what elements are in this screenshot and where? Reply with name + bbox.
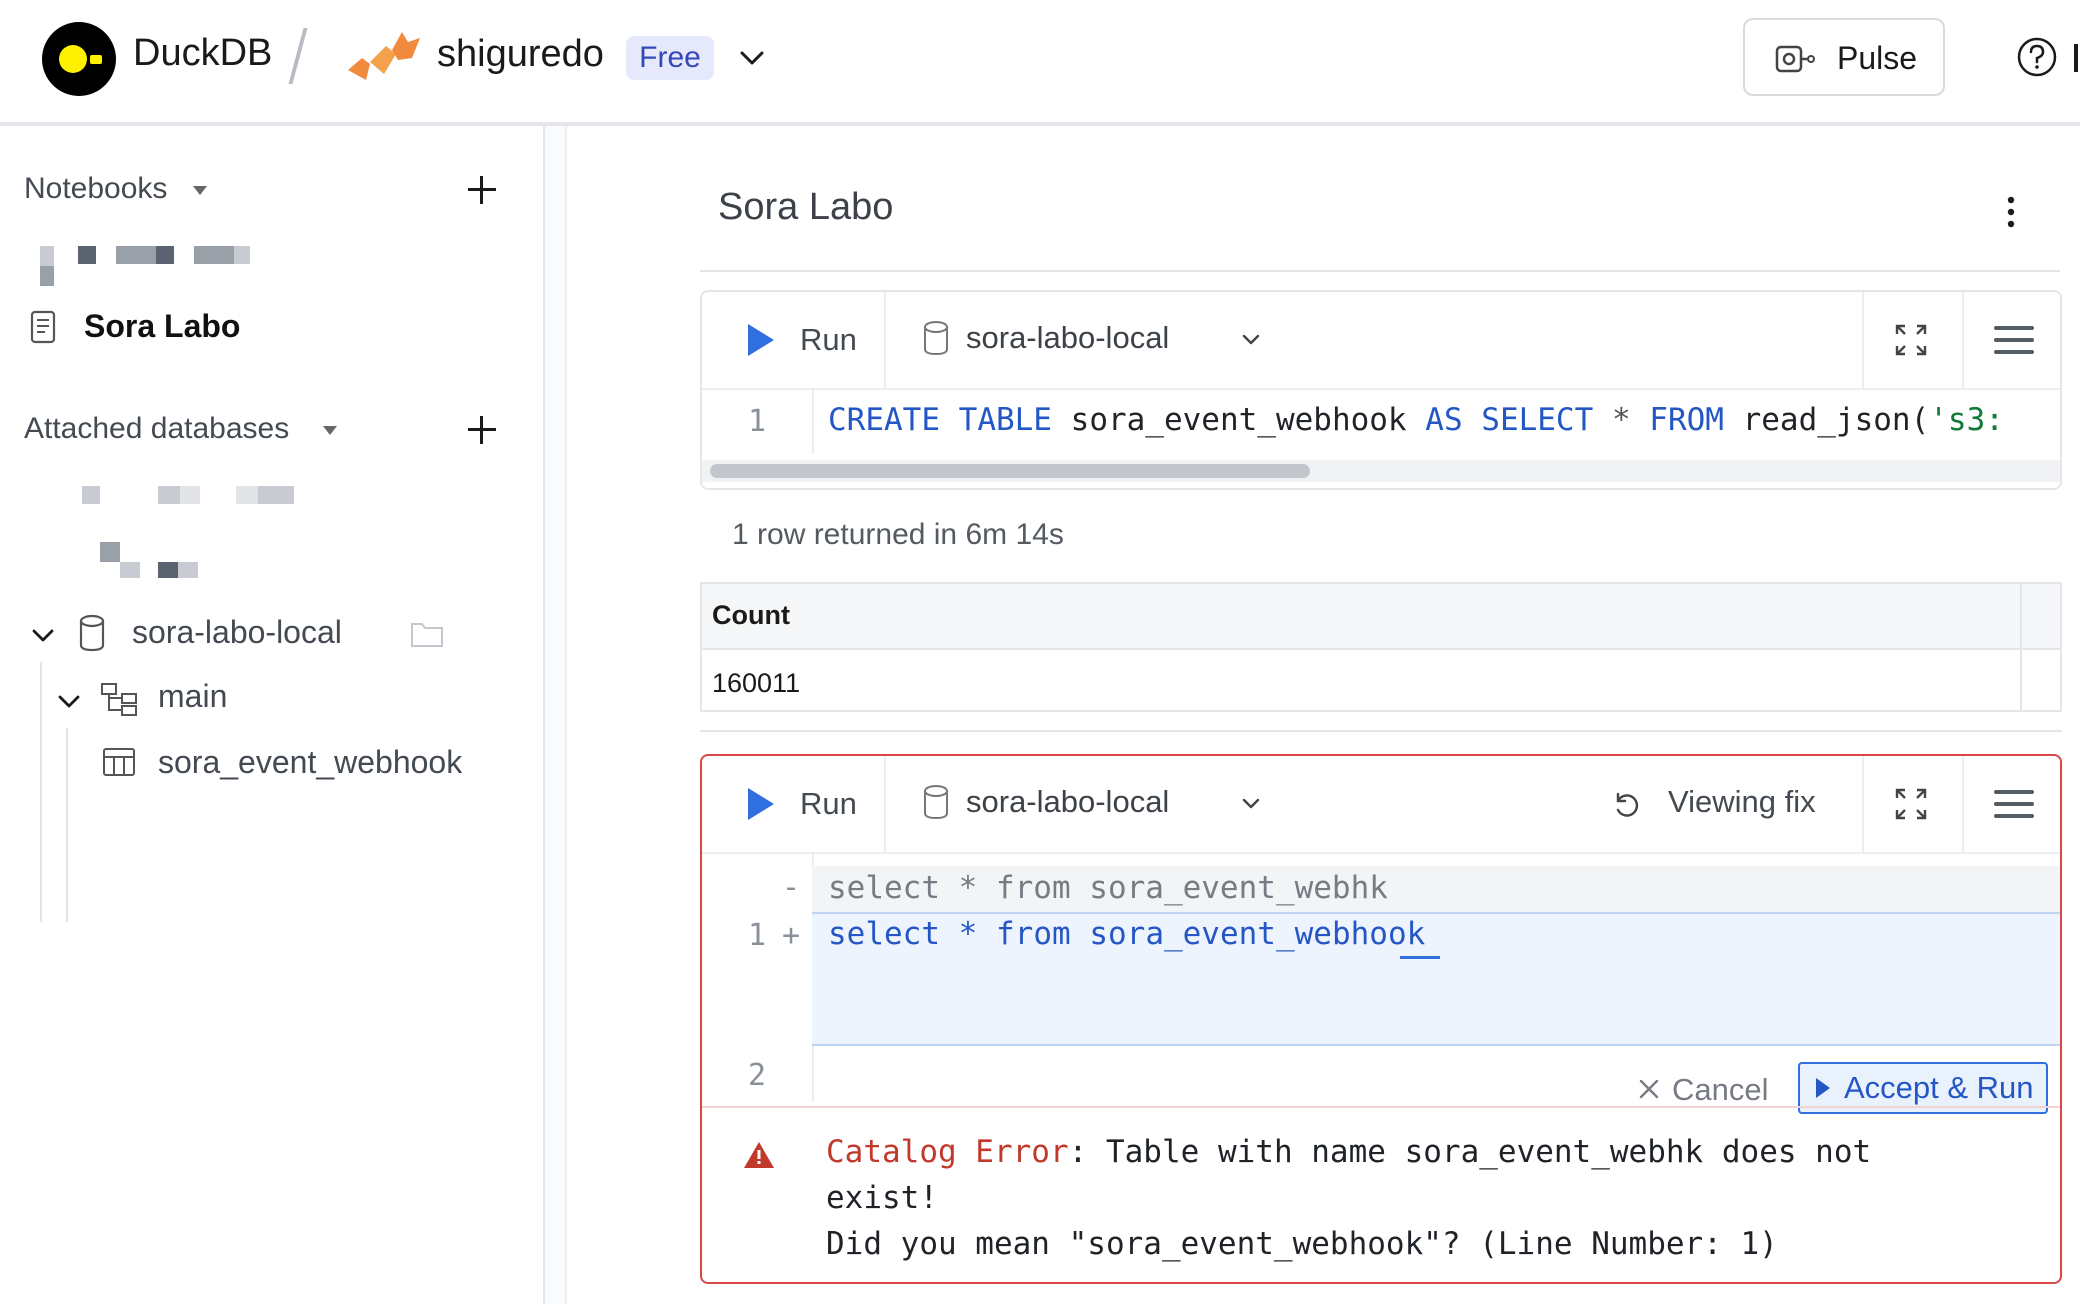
- menu-icon[interactable]: [1994, 790, 2034, 818]
- chevron-down-icon: [1242, 798, 1260, 809]
- brand-name[interactable]: DuckDB: [133, 32, 272, 75]
- duckdb-logo-icon[interactable]: [42, 22, 116, 96]
- error-line-1: Catalog Error: Table with name sora_even…: [826, 1134, 1872, 1170]
- org-logo-icon: [348, 32, 420, 80]
- line-number: 1: [748, 404, 767, 439]
- expand-icon[interactable]: [1894, 323, 1928, 357]
- tree-guide-line: [66, 728, 68, 922]
- line-number: 1: [748, 918, 767, 953]
- error-output: Catalog Error: Table with name sora_even…: [702, 1106, 2060, 1282]
- diff-added-code: select * from sora_event_webhook: [828, 916, 1426, 952]
- warning-icon: [744, 1142, 774, 1168]
- notebooks-section-title[interactable]: Notebooks: [24, 172, 167, 206]
- divider: [700, 270, 2060, 272]
- schema-icon: [101, 683, 137, 716]
- line-number: 2: [748, 1058, 767, 1093]
- notebook-title[interactable]: Sora Labo: [718, 186, 893, 229]
- menu-icon[interactable]: [1994, 326, 2034, 354]
- plan-badge: Free: [626, 36, 714, 80]
- tree-guide-line: [40, 662, 42, 922]
- error-line-3: Did you mean "sora_event_webhook"? (Line…: [826, 1226, 1778, 1262]
- sidebar-resize-handle[interactable]: [545, 126, 567, 1304]
- close-icon: [1639, 1079, 1659, 1099]
- top-bar: DuckDB shiguredo Free Pulse: [0, 0, 2080, 126]
- pulse-label: Pulse: [1837, 40, 1918, 76]
- cell-toolbar: Run sora-labo-local Viewing fix: [702, 756, 2060, 854]
- chevron-down-icon[interactable]: [56, 688, 82, 714]
- cell-toolbar: Run sora-labo-local: [702, 292, 2060, 390]
- org-name[interactable]: shiguredo: [437, 33, 604, 76]
- database-icon: [79, 614, 105, 652]
- horizontal-scrollbar[interactable]: [702, 460, 2060, 482]
- chevron-down-icon: [1242, 334, 1260, 345]
- undo-icon: [1616, 792, 1639, 817]
- column-header[interactable]: Count: [712, 600, 790, 631]
- help-icon[interactable]: [2016, 36, 2058, 78]
- error-line-2: exist!: [826, 1180, 938, 1216]
- pulse-icon: [1775, 45, 1815, 73]
- attached-databases-title[interactable]: Attached databases: [24, 412, 289, 446]
- add-database-icon[interactable]: [468, 416, 496, 444]
- sidebar-item-sora-labo[interactable]: Sora Labo: [84, 308, 240, 345]
- diff-added-marker: +: [782, 918, 801, 953]
- sql-cell-1: Run sora-labo-local 1 CREATE TABLE sora_…: [700, 290, 2062, 490]
- notebook-icon: [30, 310, 56, 344]
- table-icon: [103, 748, 135, 776]
- code-line-1: CREATE TABLE sora_event_webhook AS SELEC…: [828, 402, 2004, 438]
- attached-caret-icon[interactable]: [323, 426, 337, 435]
- divider: [700, 730, 2062, 732]
- result-summary: 1 row returned in 6m 14s: [732, 518, 1064, 551]
- diff-removed-marker: -: [782, 870, 801, 905]
- chevron-down-icon[interactable]: [736, 42, 768, 74]
- table-cell[interactable]: 160011: [712, 668, 800, 699]
- database-icon: [924, 785, 948, 820]
- chevron-down-icon[interactable]: [30, 622, 56, 648]
- play-icon: [748, 324, 774, 356]
- tree-table-label[interactable]: sora_event_webhook: [158, 744, 462, 781]
- diff-removed-code: select * from sora_event_webhk: [828, 870, 1388, 906]
- pulse-button[interactable]: Pulse: [1743, 18, 1945, 96]
- table-header: Count: [702, 584, 2060, 650]
- folder-icon[interactable]: [410, 620, 444, 648]
- more-options-icon[interactable]: [2004, 194, 2018, 230]
- breadcrumb-separator: [288, 28, 308, 84]
- expand-icon[interactable]: [1894, 787, 1928, 821]
- tree-schema-label[interactable]: main: [158, 678, 227, 715]
- user-menu-edge[interactable]: [2074, 44, 2078, 72]
- result-table: Count 160011: [700, 582, 2062, 712]
- fix-highlight: [1400, 956, 1440, 959]
- play-icon: [748, 788, 774, 820]
- sql-cell-2: Run sora-labo-local Viewing fix - select…: [700, 754, 2062, 1284]
- database-icon: [924, 321, 948, 356]
- sidebar: Notebooks Sora Labo Attached databases s…: [0, 126, 545, 1304]
- tree-database-label[interactable]: sora-labo-local: [132, 614, 342, 651]
- scrollbar-thumb[interactable]: [710, 464, 1310, 478]
- notebooks-caret-icon[interactable]: [193, 186, 207, 195]
- play-icon: [1816, 1078, 1830, 1098]
- add-notebook-icon[interactable]: [468, 176, 496, 204]
